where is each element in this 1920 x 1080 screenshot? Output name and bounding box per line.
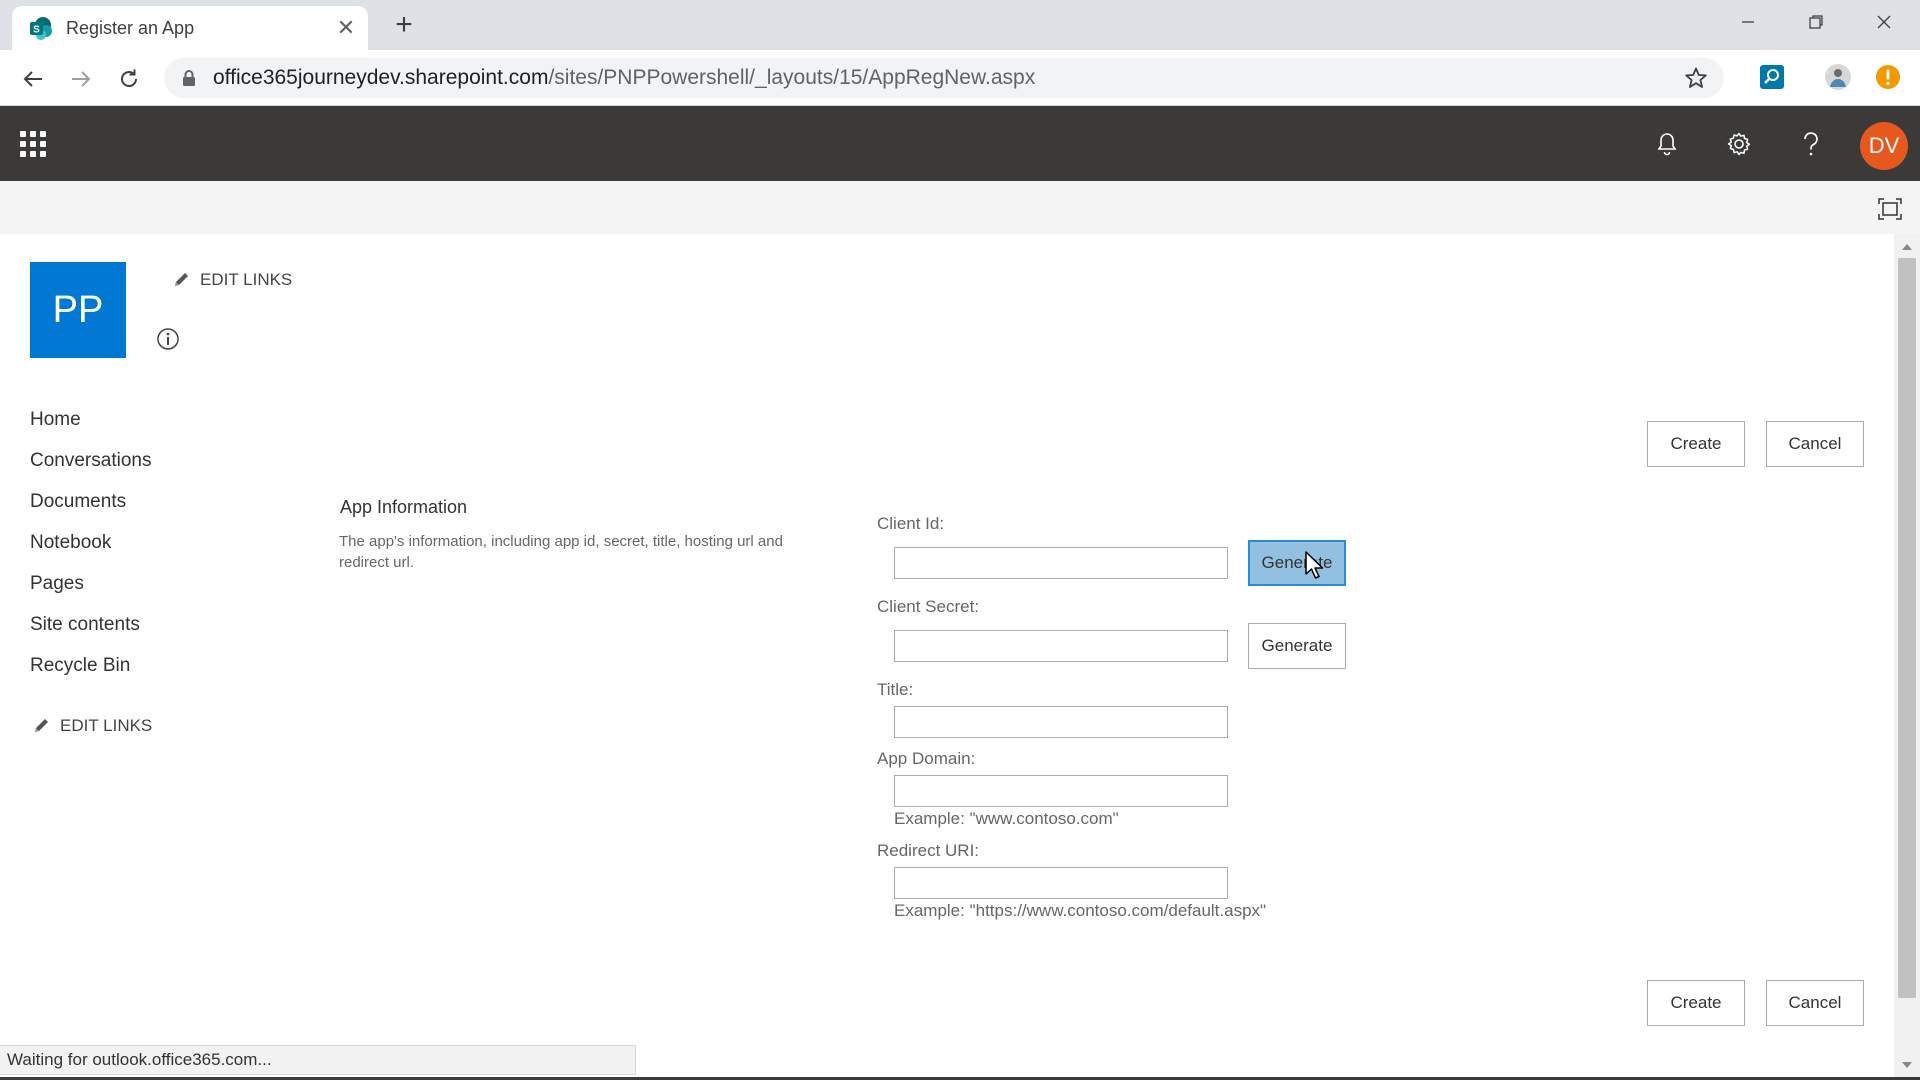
browser-status-bar: Waiting for outlook.office365.com... (0, 1045, 636, 1075)
client-id-input[interactable] (894, 547, 1228, 579)
title-label: Title: (877, 680, 914, 699)
forward-arrow-icon[interactable] (66, 64, 96, 94)
site-logo[interactable]: PP (30, 262, 126, 358)
update-alert-icon[interactable] (1874, 63, 1902, 91)
notification-bell-icon[interactable] (1652, 129, 1682, 159)
scrollbar-thumb[interactable] (1898, 258, 1916, 998)
client-secret-label: Client Secret: (877, 597, 980, 616)
bookmark-star-icon[interactable] (1684, 66, 1708, 90)
info-icon[interactable] (156, 327, 180, 351)
edit-links-label: EDIT LINKS (200, 270, 293, 289)
edit-links-nav[interactable]: EDIT LINKS (32, 716, 152, 736)
client-id-label: Client Id: (877, 514, 945, 533)
settings-gear-icon[interactable] (1724, 129, 1754, 159)
browser-tabstrip: S Register an App ✕ + (0, 0, 1920, 50)
cancel-button-bottom[interactable]: Cancel (1766, 980, 1864, 1026)
profile-avatar-icon[interactable] (1824, 63, 1852, 91)
mouse-cursor-icon (1305, 551, 1324, 579)
url-host: office365journeydev.sharepoint.com (213, 66, 549, 89)
browser-tab[interactable]: S Register an App ✕ (12, 6, 368, 50)
section-title: App Information (340, 497, 468, 517)
generate-client-secret-button[interactable]: Generate (1248, 623, 1346, 669)
nav-item-home[interactable]: Home (30, 405, 151, 446)
redirect-uri-input[interactable] (894, 867, 1228, 899)
restore-icon[interactable] (1796, 8, 1836, 36)
edit-links-top[interactable]: EDIT LINKS (172, 270, 292, 290)
nav-item-recycle-bin[interactable]: Recycle Bin (30, 651, 151, 692)
minimize-icon[interactable] (1728, 8, 1768, 36)
focus-mode-icon[interactable] (1878, 198, 1902, 220)
tab-title: Register an App (66, 18, 195, 38)
extension-search-icon[interactable] (1758, 63, 1786, 91)
user-avatar[interactable]: DV (1860, 122, 1908, 170)
help-question-icon[interactable] (1796, 129, 1826, 159)
close-tab-icon[interactable]: ✕ (334, 16, 358, 40)
nav-item-pages[interactable]: Pages (30, 569, 151, 610)
left-navigation: Home Conversations Documents Notebook Pa… (30, 405, 151, 692)
back-arrow-icon[interactable] (18, 64, 48, 94)
scroll-up-icon[interactable] (1900, 240, 1914, 254)
app-domain-label: App Domain: (877, 749, 976, 768)
reload-icon[interactable] (114, 64, 144, 94)
close-window-icon[interactable] (1864, 8, 1904, 36)
url-text: office365journeydev.sharepoint.com/sites… (213, 66, 1035, 90)
scroll-down-icon[interactable] (1900, 1058, 1914, 1072)
new-tab-icon[interactable]: + (390, 10, 418, 40)
suite-bar (0, 106, 1920, 181)
nav-item-notebook[interactable]: Notebook (30, 528, 151, 569)
browser-toolbar: office365journeydev.sharepoint.com/sites… (0, 50, 1920, 106)
redirect-uri-label: Redirect URI: (877, 841, 980, 860)
nav-item-conversations[interactable]: Conversations (30, 446, 151, 487)
url-path: /sites/PNPPowershell/_layouts/15/AppRegN… (548, 66, 1036, 89)
redirect-uri-example: Example: "https://www.contoso.com/defaul… (894, 901, 1267, 920)
nav-item-site-contents[interactable]: Site contents (30, 610, 151, 651)
client-secret-input[interactable] (894, 630, 1228, 662)
section-description: The app's information, including app id,… (339, 533, 783, 571)
app-domain-example: Example: "www.contoso.com" (894, 809, 1119, 828)
address-bar[interactable]: office365journeydev.sharepoint.com/sites… (164, 58, 1724, 98)
title-input[interactable] (894, 706, 1228, 738)
nav-item-documents[interactable]: Documents (30, 487, 151, 528)
generate-client-id-button[interactable]: Generate (1248, 540, 1346, 586)
lock-icon (183, 70, 195, 86)
command-bar (0, 181, 1920, 234)
cancel-button-top[interactable]: Cancel (1766, 421, 1864, 467)
create-button-top[interactable]: Create (1647, 421, 1745, 467)
app-launcher-icon[interactable] (20, 131, 46, 157)
svg-text:S: S (33, 25, 40, 36)
pencil-icon (175, 273, 188, 286)
app-domain-input[interactable] (894, 775, 1228, 807)
pencil-icon (35, 719, 48, 732)
sharepoint-favicon-icon: S (30, 17, 52, 40)
edit-links-nav-label: EDIT LINKS (60, 716, 153, 735)
create-button-bottom[interactable]: Create (1647, 980, 1745, 1026)
